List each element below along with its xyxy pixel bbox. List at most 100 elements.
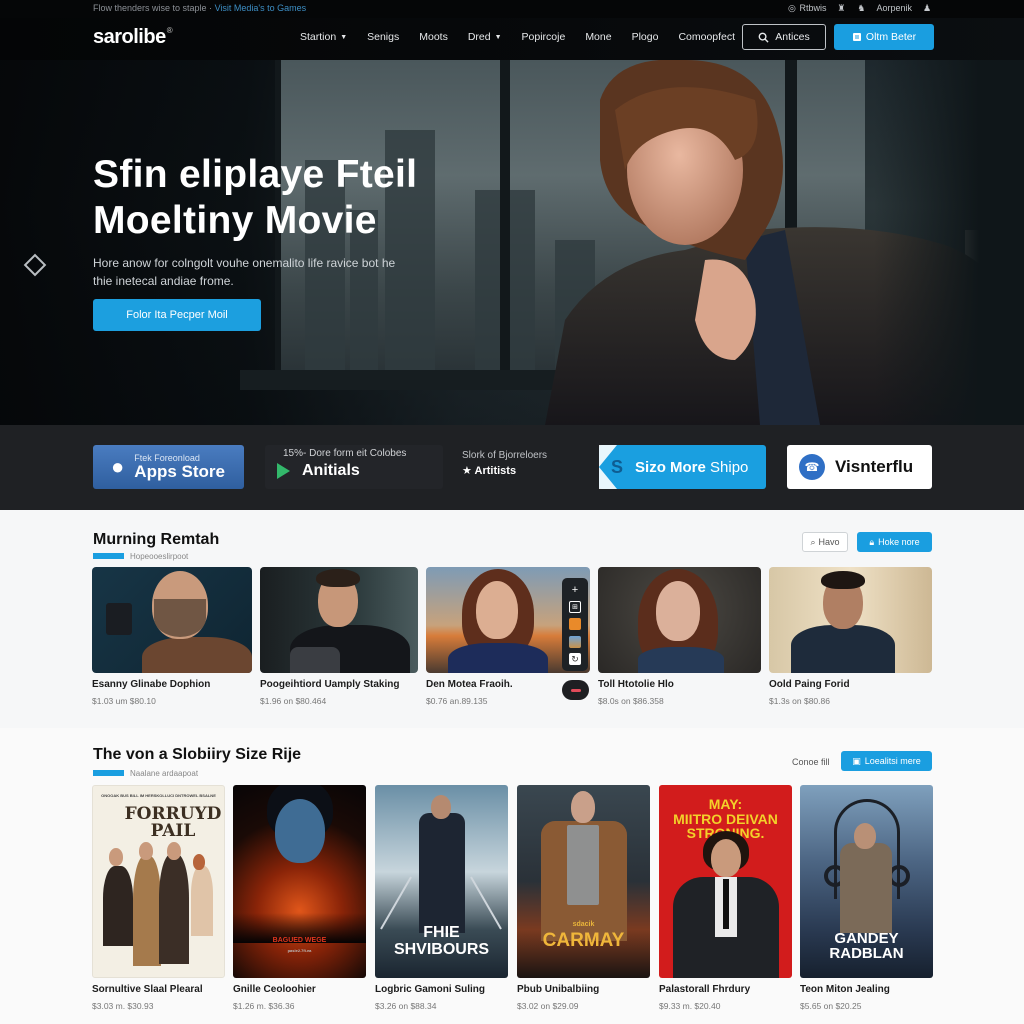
actor-card[interactable]: Oold Paing Forid $1.3s on $80.86: [769, 567, 932, 706]
visnterflu-badge[interactable]: ☎ Visnterflu: [787, 445, 932, 489]
refresh-icon[interactable]: ↻: [569, 653, 581, 666]
movie-poster: ONOOAK BUS BILL IM HERSKOLLUCI DNTROWEL …: [92, 785, 225, 978]
actor-thumbnail: [92, 567, 252, 673]
section-accent-bar: [93, 553, 124, 559]
floating-toolbar: + ⊞ ↻: [562, 578, 588, 671]
movie-price: $5.65 on $20.25: [800, 1001, 862, 1011]
actor-name: Poogeihtiord Uamply Staking: [260, 679, 400, 690]
hero-subtitle: Hore anow for colngolt vouhe onemalito l…: [93, 256, 396, 288]
nav-item-dred[interactable]: Dred ▼: [468, 31, 502, 43]
phone-icon: ☎: [799, 454, 825, 480]
actor-thumbnail: [260, 567, 418, 673]
nav-item-startion[interactable]: Startion ▼: [300, 31, 347, 43]
actor-name: Esanny Glinabe Dophion: [92, 679, 211, 690]
movie-card[interactable]: ONOOAK BUS BILL IM HERSKOLLUCI DNTROWEL …: [92, 785, 225, 1011]
movie-price: $1.26 m. $36.36: [233, 1001, 295, 1011]
hero-banner: Sfin eliplaye Fteil Moeltiny Movie Hore …: [0, 60, 1024, 425]
nav-item-mone[interactable]: Mone: [585, 31, 611, 43]
section-title: The von a Slobiiry Size Rije: [93, 746, 302, 763]
image-icon[interactable]: [569, 635, 581, 648]
movie-card[interactable]: BAGUED WEGE pasle2.7fi.ea Gnille Ceolooh…: [233, 785, 366, 1011]
grid-icon[interactable]: ⊞: [569, 601, 581, 614]
see-all-link[interactable]: Conoe fill: [792, 757, 830, 767]
section-title: Murning Remtah: [93, 531, 220, 548]
lock-icon: 🔒︎: [869, 536, 875, 547]
nav-item-plogo[interactable]: Plogo: [632, 31, 659, 43]
user-icon[interactable]: ♟: [922, 3, 932, 13]
registered-mark: ®: [166, 26, 173, 35]
movie-poster: GANDEY RADBLAN: [800, 785, 933, 978]
apple-icon: ●: [111, 454, 125, 479]
movie-price: $3.03 m. $30.93: [92, 1001, 154, 1011]
ship-badge[interactable]: S Sizo More Shipo: [599, 445, 766, 489]
section-more-button[interactable]: ▣ Loealitsi mere: [841, 751, 932, 771]
movie-price: $9.33 m. $20.40: [659, 1001, 721, 1011]
movie-poster: sdacik CARMAY: [517, 785, 650, 978]
account-link[interactable]: Aorpenik: [876, 3, 912, 13]
chevron-down-icon: ▼: [494, 34, 502, 41]
movie-card[interactable]: MAY: MIITRO DEIVAN STRONING. Palastorall…: [659, 785, 792, 1011]
search-icon: ⌕: [810, 536, 816, 547]
actor-price: $1.03 um $80.10: [92, 696, 156, 706]
partner-strip: ● Ftek Foreonload Apps Store 15%- Dore f…: [0, 425, 1024, 510]
movie-title: Palastorall Fhrdury: [659, 984, 751, 995]
section-more-button[interactable]: 🔒︎ Hoke nore: [857, 532, 932, 552]
trophy-icon[interactable]: ♜: [836, 3, 846, 13]
tooth-icon[interactable]: ♞: [856, 3, 866, 13]
actor-name: Toll Htotolie Hlo: [598, 679, 674, 690]
language-link[interactable]: ◎ Rtbwis: [787, 3, 826, 13]
announcement: Flow thenders wise to staple · Visit Med…: [93, 3, 306, 13]
hero-cta-button[interactable]: Folor Ita Pecper Moil: [93, 299, 261, 331]
movie-title: Logbric Gamoni Suling: [375, 984, 485, 995]
movie-poster: FHIE SHVIBOURS: [375, 785, 508, 978]
utility-links: ◎ Rtbwis ♜ ♞ Aorpenik ♟: [787, 3, 932, 13]
section-search-button[interactable]: ⌕ Havo: [802, 532, 848, 552]
announcement-link[interactable]: Visit Media's to Games: [215, 3, 307, 13]
nav-item-senigs[interactable]: Senigs: [367, 31, 399, 43]
section-subtitle: Naalane ardaapoat: [130, 769, 199, 778]
play-store-badge[interactable]: 15%- Dore form eit Colobes Anitials: [265, 445, 443, 489]
actor-price: $1.3s on $80.86: [769, 696, 830, 706]
nav-item-moots[interactable]: Moots: [419, 31, 448, 43]
globe-icon: ◎: [788, 3, 796, 13]
site-header: sarolibe® Startion ▼ Senigs Moots Dred ▼ P…: [0, 18, 1024, 60]
ship-logo-icon: S: [611, 456, 624, 477]
actor-card[interactable]: Esanny Glinabe Dophion $1.03 um $80.10: [92, 567, 252, 706]
bookmark-icon: ▣: [852, 755, 861, 766]
movie-title: Teon Miton Jealing: [800, 984, 890, 995]
chevron-down-icon: ▼: [340, 34, 348, 41]
movie-price: $3.26 on $88.34: [375, 1001, 437, 1011]
record-icon: [570, 688, 581, 692]
hero-title: Sfin eliplaye Fteil Moeltiny Movie: [93, 153, 418, 242]
nav-item-popircoje[interactable]: Popircoje: [522, 31, 566, 43]
movie-card[interactable]: FHIE SHVIBOURS Logbric Gamoni Suling $3.…: [375, 785, 508, 1011]
star-icon: ★: [462, 465, 475, 477]
announcement-text: Flow thenders wise to staple ·: [93, 3, 213, 13]
play-icon: [277, 463, 290, 479]
movie-price: $3.02 on $29.09: [517, 1001, 579, 1011]
app-store-badge[interactable]: ● Ftek Foreonload Apps Store: [93, 445, 244, 489]
search-icon: [758, 32, 769, 43]
plus-icon[interactable]: +: [569, 584, 581, 596]
actor-price: $1.96 on $80.464: [260, 696, 327, 706]
logo[interactable]: sarolibe®: [93, 26, 173, 49]
movie-card[interactable]: sdacik CARMAY Pbub Unibalbiing $3.02 on …: [517, 785, 650, 1011]
actor-thumbnail: [598, 567, 761, 673]
section-accent-bar: [93, 770, 124, 776]
video-badge-button[interactable]: [562, 680, 589, 700]
artists-badge[interactable]: Slork of Bjorreloers ★ Artitists: [462, 445, 582, 489]
announcement-bar: Flow thenders wise to staple · Visit Med…: [0, 0, 1024, 18]
movie-title: Pbub Unibalbiing: [517, 984, 600, 995]
nav-item-comoopfect[interactable]: Comoopfect: [678, 31, 735, 43]
actor-card[interactable]: Poogeihtiord Uamply Staking $1.96 on $80…: [260, 567, 418, 706]
actor-thumbnail: [769, 567, 932, 673]
movie-card[interactable]: GANDEY RADBLAN Teon Miton Jealing $5.65 …: [800, 785, 933, 1011]
layers-icon[interactable]: [569, 618, 581, 631]
carousel-prev-icon[interactable]: [23, 253, 47, 277]
header-cta-button[interactable]: Oltm Beter: [834, 24, 934, 50]
actor-card[interactable]: Toll Htotolie Hlo $8.0s on $86.358: [598, 567, 761, 706]
actor-name: Oold Paing Forid: [769, 679, 850, 690]
search-button[interactable]: Antices: [742, 24, 826, 50]
movie-title: Sornultive Slaal Plearal: [92, 984, 203, 995]
movie-poster: MAY: MIITRO DEIVAN STRONING.: [659, 785, 792, 978]
